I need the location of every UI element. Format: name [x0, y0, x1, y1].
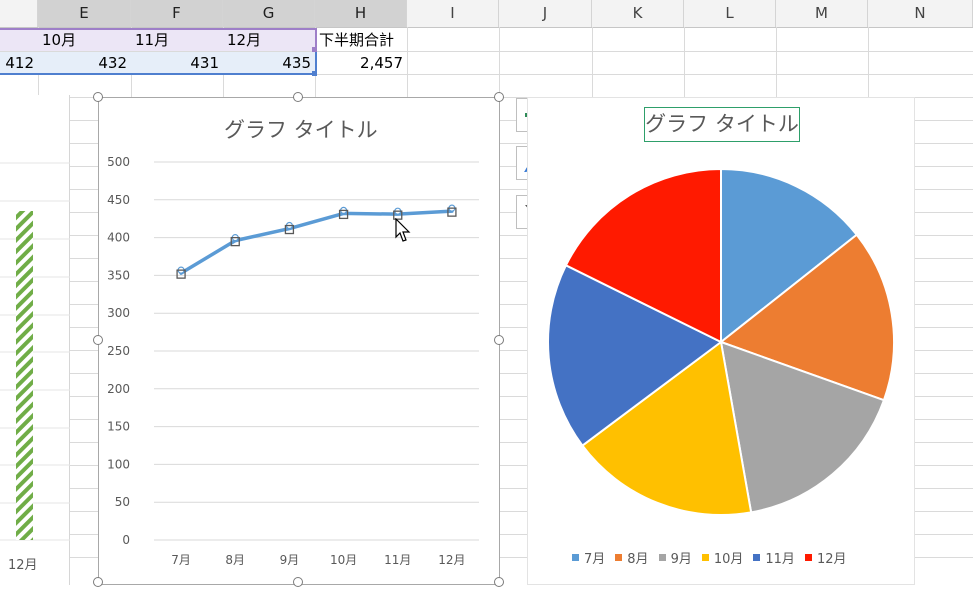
bar-chart-partial[interactable]: 12月 [0, 95, 70, 585]
column-header-e[interactable]: E [38, 0, 131, 27]
pie-chart-title[interactable]: グラフ タイトル [644, 107, 800, 142]
x-tick-label: 9月 [280, 553, 300, 567]
legend-swatch [615, 554, 623, 561]
bar-chart-svg [0, 162, 70, 541]
legend-swatch [658, 554, 666, 561]
pie-legend: 7月 8月 9月 10月 11月 12月 [572, 548, 846, 567]
column-header-h[interactable]: H [315, 0, 407, 27]
y-tick-label: 250 [107, 344, 130, 358]
column-header-n[interactable]: N [868, 0, 973, 27]
cell-h2[interactable]: 2,457 [315, 52, 407, 74]
legend-item[interactable]: 7月 [572, 548, 605, 567]
bar-12[interactable] [16, 211, 33, 540]
y-tick-label: 300 [107, 306, 130, 320]
legend-swatch [753, 554, 761, 561]
column-header-l[interactable]: L [684, 0, 776, 27]
column-header-i[interactable]: I [407, 0, 499, 27]
legend-label: 8月 [627, 552, 649, 567]
column-header-f[interactable]: F [131, 0, 223, 27]
line-chart[interactable]: グラフ タイトル 0 50 100 150 200 250 300 350 400 450 500 7… [98, 97, 500, 585]
y-tick-label: 0 [122, 533, 130, 547]
y-tick-label: 50 [115, 495, 130, 509]
y-tick-label: 450 [107, 193, 130, 207]
y-tick-label: 150 [107, 420, 130, 434]
cell-h1[interactable]: 下半期合計 [315, 29, 425, 51]
y-tick-label: 350 [107, 268, 130, 282]
chart-resize-handle-tr[interactable] [494, 92, 504, 102]
y-tick-label: 400 [107, 231, 130, 245]
legend-label: 10月 [713, 552, 744, 567]
line-chart-svg: 0 50 100 150 200 250 300 350 400 450 500 7月 8月 9月 10月 1… [107, 155, 479, 567]
chart-resize-handle-bl[interactable] [93, 577, 103, 587]
legend-swatch [804, 554, 812, 561]
pie-chart-svg [547, 167, 895, 516]
column-header-j[interactable]: J [499, 0, 592, 27]
x-tick-label: 10月 [330, 553, 357, 567]
column-header-d[interactable] [0, 0, 38, 27]
chart-resize-handle-mr[interactable] [494, 335, 504, 345]
values-range-border [0, 52, 317, 75]
x-tick-label: 7月 [171, 553, 191, 567]
x-tick-label: 8月 [225, 553, 245, 567]
legend-label: 9月 [670, 552, 692, 567]
range-handle-blue[interactable] [312, 71, 317, 76]
legend-item[interactable]: 11月 [753, 548, 795, 567]
legend-label: 12月 [816, 552, 847, 567]
legend-swatch [701, 554, 709, 561]
legend-label: 11月 [765, 552, 795, 567]
legend-label: 7月 [584, 552, 606, 567]
column-header-m[interactable]: M [776, 0, 868, 27]
legend-item[interactable]: 12月 [804, 548, 847, 567]
legend-item[interactable]: 10月 [701, 548, 744, 567]
chart-resize-handle-tl[interactable] [93, 92, 103, 102]
column-header-k[interactable]: K [592, 0, 684, 27]
chart-resize-handle-ml[interactable] [93, 335, 103, 345]
mouse-cursor-icon [395, 218, 411, 242]
column-header-g[interactable]: G [223, 0, 315, 27]
legend-item[interactable]: 8月 [615, 548, 649, 567]
chart-resize-handle-bm[interactable] [293, 577, 303, 587]
bar-chart-x-label: 12月 [8, 558, 38, 573]
chart-resize-handle-br[interactable] [494, 577, 504, 587]
x-tick-label: 11月 [384, 553, 411, 567]
x-tick-label: 12月 [438, 553, 465, 567]
y-tick-label: 500 [107, 155, 130, 169]
series-name-range-border [0, 28, 317, 54]
chart-resize-handle-tm[interactable] [293, 92, 303, 102]
legend-swatch [572, 554, 579, 561]
column-header-row: E F G H I J K L M N [0, 0, 973, 28]
y-tick-label: 100 [107, 457, 130, 471]
legend-item[interactable]: 9月 [658, 548, 692, 567]
y-tick-label: 200 [107, 382, 130, 396]
